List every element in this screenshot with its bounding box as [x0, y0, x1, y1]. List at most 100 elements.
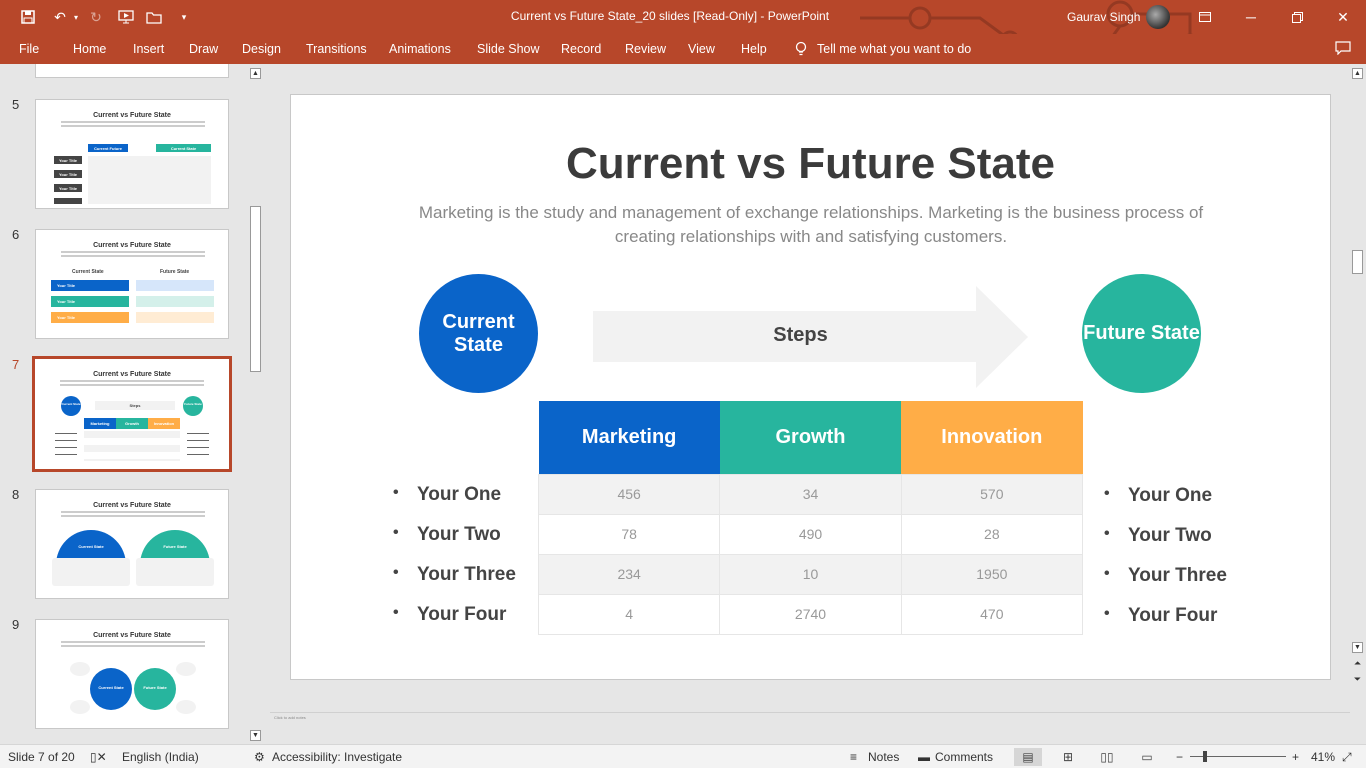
slide-show-icon[interactable]: ▭	[1133, 748, 1161, 766]
restore-icon[interactable]	[1274, 0, 1320, 34]
table-cell[interactable]: 78	[537, 513, 721, 555]
scroll-up-icon[interactable]: ▲	[1352, 68, 1363, 79]
tab-slide-show[interactable]: Slide Show	[477, 42, 540, 56]
tab-insert[interactable]: Insert	[133, 42, 164, 56]
table-cell[interactable]: 28	[900, 513, 1084, 555]
list-item[interactable]: Your Four	[393, 604, 516, 644]
zoom-slider-handle[interactable]	[1203, 751, 1207, 762]
tab-home[interactable]: Home	[73, 42, 106, 56]
normal-view-icon[interactable]: ▤	[1014, 748, 1042, 766]
slide-thumbnail-6[interactable]: Current vs Future State Current State Fu…	[35, 229, 229, 339]
present-icon[interactable]	[116, 7, 136, 27]
left-bullet-list[interactable]: Your One Your Two Your Three Your Four	[393, 484, 516, 644]
list-item[interactable]: Your Two	[393, 524, 516, 564]
chevron-down-icon[interactable]: ▾	[174, 7, 194, 27]
tab-transitions[interactable]: Transitions	[306, 42, 367, 56]
scrollbar-thumb[interactable]	[1352, 250, 1363, 274]
language-indicator[interactable]: English (India)	[122, 750, 199, 764]
minimize-icon[interactable]: ─	[1228, 0, 1274, 34]
tab-draw[interactable]: Draw	[189, 42, 218, 56]
list-item[interactable]: Your One	[1104, 485, 1227, 525]
scroll-down-icon[interactable]: ▼	[250, 730, 261, 741]
right-bullet-list[interactable]: Your One Your Two Your Three Your Four	[1104, 485, 1227, 645]
zoom-in-button[interactable]: +	[1292, 750, 1299, 764]
scroll-up-icon[interactable]: ▲	[250, 68, 261, 79]
editor-scrollbar[interactable]: ▲ ▼ ⏶ ⏷	[1350, 64, 1365, 744]
slide-subtitle[interactable]: Marketing is the study and management of…	[411, 201, 1211, 249]
folder-icon[interactable]	[144, 7, 164, 27]
next-slide-icon[interactable]: ⏷	[1352, 674, 1363, 685]
list-item[interactable]: Your Three	[1104, 565, 1227, 605]
table-cell[interactable]: 234	[537, 553, 721, 595]
comments-icon[interactable]: ▬	[918, 750, 930, 764]
fit-slide-icon[interactable]: ⤢	[1342, 750, 1352, 765]
table-cell[interactable]: 570	[900, 473, 1084, 515]
tell-me-search[interactable]: Tell me what you want to do	[795, 41, 971, 57]
slide-thumbnail-9[interactable]: Current vs Future State Current State Fu…	[35, 619, 229, 729]
scrollbar-thumb[interactable]	[250, 206, 261, 372]
tab-help[interactable]: Help	[741, 42, 767, 56]
reading-view-icon[interactable]: ▯▯	[1093, 748, 1121, 766]
ribbon-display-icon[interactable]	[1182, 0, 1228, 34]
tab-review[interactable]: Review	[625, 42, 666, 56]
close-icon[interactable]: ✕	[1320, 0, 1366, 34]
thumb-bubble	[176, 700, 196, 714]
ribbon-tabs: File Home Insert Draw Design Transitions…	[0, 34, 1366, 64]
table-cell[interactable]: 490	[719, 513, 902, 555]
table-cell[interactable]: 10	[719, 553, 902, 595]
notes-pane[interactable]: Click to add notes	[270, 712, 1350, 744]
notes-button[interactable]: Notes	[868, 750, 899, 764]
accessibility-icon[interactable]: ⚙	[254, 750, 265, 764]
spell-check-icon[interactable]: ▯✕	[90, 750, 107, 764]
redo-icon[interactable]: ↻	[86, 7, 106, 27]
previous-slide-icon[interactable]: ⏶	[1352, 658, 1363, 669]
table-cell[interactable]: 4	[537, 593, 721, 635]
slide-thumbnail-4[interactable]	[35, 64, 229, 78]
slide-thumbnails-pane[interactable]: 5 Current vs Future State Current Future…	[0, 64, 248, 744]
avatar[interactable]	[1146, 5, 1170, 29]
slide-title[interactable]: Current vs Future State	[291, 139, 1330, 189]
zoom-level[interactable]: 41%	[1311, 750, 1335, 764]
list-item[interactable]: Your Two	[1104, 525, 1227, 565]
slide-counter[interactable]: Slide 7 of 20	[8, 750, 75, 764]
table-cell[interactable]: 1950	[900, 553, 1084, 595]
column-header-innovation[interactable]: Innovation	[901, 401, 1083, 474]
table-cell[interactable]: 456	[537, 473, 721, 515]
save-icon[interactable]	[18, 7, 38, 27]
slide-canvas[interactable]: Current vs Future State Marketing is the…	[290, 94, 1331, 680]
undo-dropdown-icon[interactable]: ▾	[66, 7, 86, 27]
thumbnails-scrollbar[interactable]: ▲ ▼	[248, 64, 263, 744]
window-title: Current vs Future State_20 slides [Read-…	[510, 9, 830, 23]
future-state-circle[interactable]: Future State	[1082, 274, 1201, 393]
tab-design[interactable]: Design	[242, 42, 281, 56]
scroll-down-icon[interactable]: ▼	[1352, 642, 1363, 653]
slide-thumbnail-7[interactable]: Current vs Future State Current State St…	[32, 356, 232, 472]
user-name[interactable]: Gaurav Singh	[1067, 10, 1140, 24]
column-header-marketing[interactable]: Marketing	[538, 401, 720, 474]
thumb-current-label: Current State	[72, 269, 104, 275]
table-cell[interactable]: 34	[719, 473, 902, 515]
slide-sorter-icon[interactable]: ⊞	[1054, 748, 1082, 766]
notes-icon[interactable]: ≡	[850, 750, 857, 764]
column-header-growth[interactable]: Growth	[719, 401, 902, 474]
table-cell[interactable]: 2740	[719, 593, 902, 635]
table-cell[interactable]: 470	[900, 593, 1084, 635]
list-item[interactable]: Your One	[393, 484, 516, 524]
notes-placeholder[interactable]: Click to add notes	[274, 715, 306, 720]
zoom-out-button[interactable]: −	[1176, 750, 1183, 764]
tab-view[interactable]: View	[688, 42, 715, 56]
slide-editor[interactable]: Current vs Future State Marketing is the…	[270, 64, 1350, 744]
slide-thumbnail-5[interactable]: Current vs Future State Current Future C…	[35, 99, 229, 209]
comments-button[interactable]: Comments	[935, 750, 993, 764]
comment-icon[interactable]	[1333, 38, 1353, 58]
accessibility-status[interactable]: Accessibility: Investigate	[272, 750, 402, 764]
list-item[interactable]: Your Four	[1104, 605, 1227, 645]
tab-file[interactable]: File	[19, 42, 39, 56]
current-state-circle[interactable]: Current State	[419, 274, 538, 393]
tab-record[interactable]: Record	[561, 42, 601, 56]
list-item[interactable]: Your Three	[393, 564, 516, 604]
data-table[interactable]: Marketing Growth Innovation 456 34 570 7…	[537, 401, 1084, 635]
tab-animations[interactable]: Animations	[389, 42, 451, 56]
slide-thumbnail-8[interactable]: Current vs Future State Current State Fu…	[35, 489, 229, 599]
thumb-future-label: Future State	[160, 269, 190, 275]
